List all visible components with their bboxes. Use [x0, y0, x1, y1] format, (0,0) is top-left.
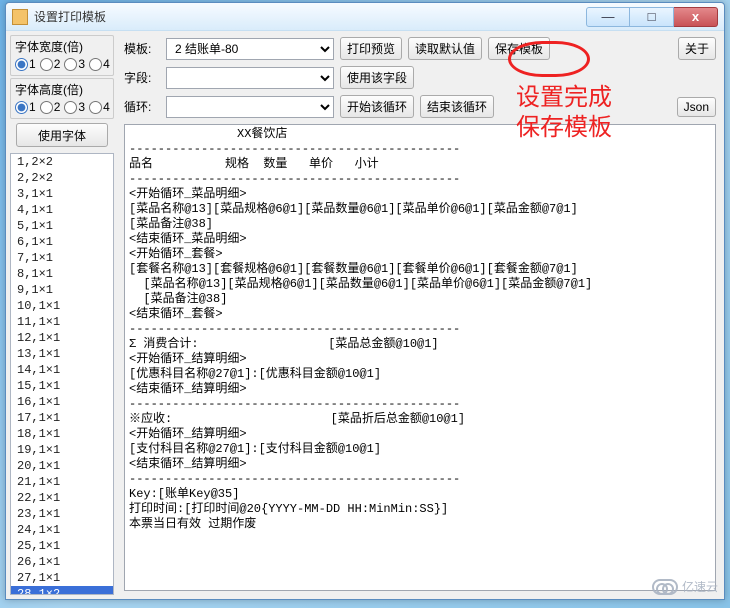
list-item[interactable]: 7,1×1	[11, 250, 113, 266]
template-select[interactable]: 2 结账单-80	[166, 38, 334, 60]
loop-select[interactable]	[166, 96, 334, 118]
list-item[interactable]: 28,1×2	[11, 586, 113, 595]
editor-container: XX餐饮店 ----------------------------------…	[124, 124, 716, 591]
list-item[interactable]: 24,1×1	[11, 522, 113, 538]
close-button[interactable]: x	[674, 7, 718, 27]
list-item[interactable]: 26,1×1	[11, 554, 113, 570]
font-width-radios: 1234	[15, 57, 109, 71]
list-item[interactable]: 21,1×1	[11, 474, 113, 490]
radio-2[interactable]: 2	[40, 100, 61, 114]
list-item[interactable]: 2,2×2	[11, 170, 113, 186]
loop-label: 循环:	[124, 98, 160, 115]
template-label: 模板:	[124, 40, 160, 57]
radio-4[interactable]: 4	[89, 100, 110, 114]
window-controls: — □ x	[586, 7, 718, 27]
font-width-group: 字体宽度(倍) 1234	[10, 35, 114, 76]
field-select[interactable]	[166, 67, 334, 89]
list-item[interactable]: 16,1×1	[11, 394, 113, 410]
right-panel: 模板: 2 结账单-80 打印预览 读取默认值 保存模板 关于 字段:	[118, 31, 724, 599]
template-editor[interactable]: XX餐饮店 ----------------------------------…	[124, 124, 716, 591]
list-item[interactable]: 19,1×1	[11, 442, 113, 458]
list-item[interactable]: 15,1×1	[11, 378, 113, 394]
list-item[interactable]: 5,1×1	[11, 218, 113, 234]
use-font-button[interactable]: 使用字体	[16, 123, 108, 147]
save-template-button[interactable]: 保存模板	[488, 37, 550, 60]
radio-3[interactable]: 3	[64, 57, 85, 71]
radio-1[interactable]: 1	[15, 57, 36, 71]
list-item[interactable]: 13,1×1	[11, 346, 113, 362]
list-item[interactable]: 12,1×1	[11, 330, 113, 346]
list-item[interactable]: 3,1×1	[11, 186, 113, 202]
list-item[interactable]: 1,2×2	[11, 154, 113, 170]
list-item[interactable]: 4,1×1	[11, 202, 113, 218]
list-item[interactable]: 10,1×1	[11, 298, 113, 314]
titlebar: 设置打印模板 — □ x	[6, 3, 724, 31]
read-default-button[interactable]: 读取默认值	[408, 37, 482, 60]
app-window: 设置打印模板 — □ x 字体宽度(倍) 1234 字体高度(倍) 1234 使…	[5, 2, 725, 600]
radio-1[interactable]: 1	[15, 100, 36, 114]
list-item[interactable]: 17,1×1	[11, 410, 113, 426]
json-button[interactable]: Json	[677, 97, 716, 117]
app-icon	[12, 9, 28, 25]
minimize-button[interactable]: —	[586, 7, 630, 27]
font-height-label: 字体高度(倍)	[15, 81, 109, 98]
line-list[interactable]: 1,2×22,2×23,1×14,1×15,1×16,1×17,1×18,1×1…	[10, 153, 114, 595]
list-item[interactable]: 27,1×1	[11, 570, 113, 586]
window-title: 设置打印模板	[34, 8, 113, 25]
field-label: 字段:	[124, 69, 160, 86]
list-item[interactable]: 22,1×1	[11, 490, 113, 506]
preview-button[interactable]: 打印预览	[340, 37, 402, 60]
list-item[interactable]: 18,1×1	[11, 426, 113, 442]
font-width-label: 字体宽度(倍)	[15, 38, 109, 55]
about-button[interactable]: 关于	[678, 37, 716, 60]
radio-3[interactable]: 3	[64, 100, 85, 114]
radio-4[interactable]: 4	[89, 57, 110, 71]
client-area: 字体宽度(倍) 1234 字体高度(倍) 1234 使用字体 1,2×22,2×…	[6, 31, 724, 599]
start-loop-button[interactable]: 开始该循环	[340, 95, 414, 118]
font-height-radios: 1234	[15, 100, 109, 114]
list-item[interactable]: 20,1×1	[11, 458, 113, 474]
template-row: 模板: 2 结账单-80 打印预览 读取默认值 保存模板 关于	[124, 37, 716, 60]
left-panel: 字体宽度(倍) 1234 字体高度(倍) 1234 使用字体 1,2×22,2×…	[6, 31, 118, 599]
use-field-button[interactable]: 使用该字段	[340, 66, 414, 89]
list-item[interactable]: 8,1×1	[11, 266, 113, 282]
end-loop-button[interactable]: 结束该循环	[420, 95, 494, 118]
list-item[interactable]: 25,1×1	[11, 538, 113, 554]
maximize-button[interactable]: □	[630, 7, 674, 27]
field-row: 字段: 使用该字段	[124, 66, 716, 89]
loop-row: 循环: 开始该循环 结束该循环 Json	[124, 95, 716, 118]
list-item[interactable]: 14,1×1	[11, 362, 113, 378]
list-item[interactable]: 23,1×1	[11, 506, 113, 522]
list-item[interactable]: 9,1×1	[11, 282, 113, 298]
list-item[interactable]: 6,1×1	[11, 234, 113, 250]
font-height-group: 字体高度(倍) 1234	[10, 78, 114, 119]
list-item[interactable]: 11,1×1	[11, 314, 113, 330]
radio-2[interactable]: 2	[40, 57, 61, 71]
